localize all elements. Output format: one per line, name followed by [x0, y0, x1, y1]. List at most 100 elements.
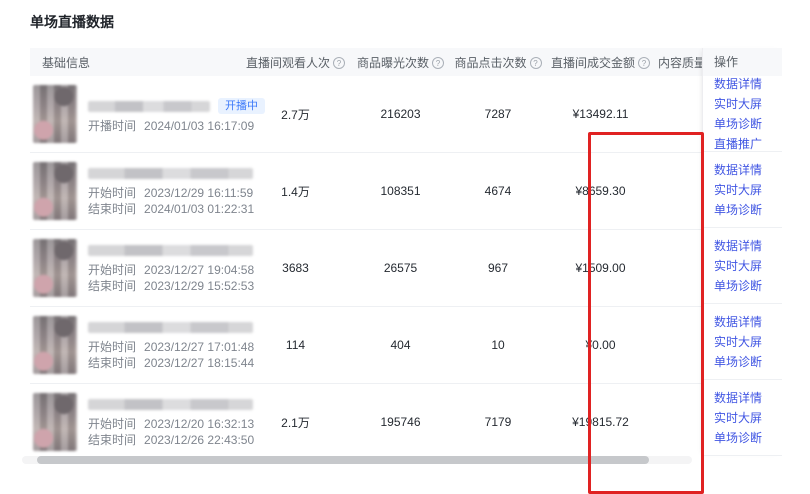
basic-info-cell: 开始时间2023/12/20 16:32:13结束时间2023/12/26 22…	[30, 384, 243, 456]
time-label: 开播时间	[88, 119, 136, 133]
time-value: 2023/12/27 19:04:58	[144, 263, 254, 277]
quality-cell	[658, 76, 702, 152]
basic-info-cell: 开播中开播时间2024/01/03 16:17:09	[30, 76, 243, 152]
row-actions: 数据详情实时大屏单场诊断	[703, 304, 782, 380]
clicks-count: 7287	[453, 76, 543, 152]
action-data-details[interactable]: 数据详情	[714, 74, 782, 94]
gmv-amount: ¥1509.00	[543, 230, 658, 306]
col-header-basic-info: 基础信息	[30, 54, 243, 71]
row-basic-info: 开始时间 2023/12/27 17:01:48 结束时间 2023/12/27 18…	[88, 307, 261, 383]
time-value: 2023/12/29 15:52:53	[144, 279, 254, 293]
action-data-details[interactable]: 数据详情	[714, 312, 782, 332]
time-value: 2024/01/03 01:22:31	[144, 202, 254, 216]
col-header-actions: 操作	[703, 48, 782, 76]
basic-info-cell: 开始时间2023/12/27 19:04:58结束时间2023/12/29 15…	[30, 230, 243, 306]
row-basic-info: 开始时间 2023/12/20 16:32:13 结束时间 2023/12/26 22…	[88, 384, 261, 456]
start-time: 开始时间 2023/12/27 19:04:58	[88, 262, 261, 278]
quality-cell	[658, 153, 702, 229]
action-live-promotion[interactable]: 直播推广	[714, 134, 782, 154]
table-row: 开始时间2023/12/29 16:11:59结束时间2024/01/03 01…	[30, 153, 702, 230]
action-realtime-screen[interactable]: 实时大屏	[714, 94, 782, 114]
col-header-viewers: 直播间观看人次?	[243, 54, 348, 71]
action-session-diagnosis[interactable]: 单场诊断	[714, 352, 782, 372]
live-thumbnail	[33, 316, 77, 374]
title-line: 开播中	[88, 98, 265, 114]
exposure-count: 216203	[348, 76, 453, 152]
table-row: 开始时间 2023/12/27 19:04:58 结束时间 2023/12/29 15…	[30, 230, 702, 307]
exposure-count: 195746	[348, 384, 453, 456]
exposure-count: 26575	[348, 230, 453, 306]
col-header-exposure: 商品曝光次数?	[348, 54, 453, 71]
col-header-quality: 内容质量	[658, 54, 702, 71]
time-value: 2023/12/26 22:43:50	[144, 433, 254, 447]
row-actions: 数据详情实时大屏单场诊断	[703, 228, 782, 304]
time-label: 结束时间	[88, 356, 136, 370]
action-data-details[interactable]: 数据详情	[714, 160, 782, 180]
live-thumbnail	[33, 85, 77, 143]
title-line	[88, 242, 261, 258]
end-time: 结束时间 2023/12/27 18:15:44	[88, 355, 261, 371]
time-label: 开始时间	[88, 417, 136, 431]
page-title: 单场直播数据	[30, 12, 114, 32]
time-label: 开始时间	[88, 263, 136, 277]
row-basic-info: 开始时间2023/12/29 16:11:59结束时间2024/01/03 01…	[88, 153, 261, 229]
gmv-amount: ¥19815.72	[543, 384, 658, 456]
clicks-count: 7179	[453, 384, 543, 456]
time-label: 结束时间	[88, 279, 136, 293]
action-realtime-screen[interactable]: 实时大屏	[714, 408, 782, 428]
exposure-count: 404	[348, 307, 453, 383]
time-value: 2023/12/27 17:01:48	[144, 340, 254, 354]
action-session-diagnosis[interactable]: 单场诊断	[714, 200, 782, 220]
ops-column: 操作 数据详情实时大屏单场诊断直播推广数据详情实时大屏单场诊断数据详情实时大屏单…	[702, 48, 782, 456]
blurred-title	[88, 101, 210, 112]
table-row: 开始时间 2023/12/27 17:01:48 结束时间 2023/12/27 18…	[30, 307, 702, 384]
time-label: 结束时间	[88, 433, 136, 447]
title-line	[88, 396, 261, 412]
info-icon[interactable]: ?	[530, 57, 542, 69]
table-header: 基础信息 直播间观看人次? 商品曝光次数? 商品点击次数? 直播间成交金额? 内…	[30, 48, 702, 76]
table-scroll-area: 基础信息 直播间观看人次? 商品曝光次数? 商品点击次数? 直播间成交金额? 内…	[30, 48, 702, 456]
blurred-title	[88, 245, 253, 256]
action-data-details[interactable]: 数据详情	[714, 236, 782, 256]
action-data-details[interactable]: 数据详情	[714, 388, 782, 408]
gmv-amount: ¥0.00	[543, 307, 658, 383]
table-row: 开播中开播时间2024/01/03 16:17:092.7万2162037287…	[30, 76, 702, 153]
time-label: 开始时间	[88, 340, 136, 354]
title-line	[88, 165, 261, 181]
info-icon[interactable]: ?	[432, 57, 444, 69]
end-time: 结束时间 2023/12/26 22:43:50	[88, 432, 261, 448]
basic-info-cell: 开始时间2023/12/29 16:11:59结束时间2024/01/03 01…	[30, 153, 243, 229]
action-session-diagnosis[interactable]: 单场诊断	[714, 428, 782, 448]
col-header-clicks: 商品点击次数?	[453, 54, 543, 71]
end-time: 结束时间 2023/12/29 15:52:53	[88, 278, 261, 294]
live-status-badge: 开播中	[218, 98, 265, 114]
quality-cell	[658, 307, 702, 383]
live-thumbnail	[33, 393, 77, 451]
row-actions: 数据详情实时大屏单场诊断直播推广	[703, 76, 782, 152]
blurred-title	[88, 399, 253, 410]
info-icon[interactable]: ?	[638, 57, 650, 69]
quality-cell	[658, 230, 702, 306]
horizontal-scrollbar-track	[22, 456, 692, 464]
time-value: 2024/01/03 16:17:09	[144, 119, 254, 133]
row-actions: 数据详情实时大屏单场诊断	[703, 152, 782, 228]
action-realtime-screen[interactable]: 实时大屏	[714, 256, 782, 276]
clicks-count: 967	[453, 230, 543, 306]
action-realtime-screen[interactable]: 实时大屏	[714, 332, 782, 352]
action-session-diagnosis[interactable]: 单场诊断	[714, 276, 782, 296]
start-time: 开播时间 2024/01/03 16:17:09	[88, 118, 265, 134]
horizontal-scrollbar[interactable]	[37, 456, 649, 464]
live-data-table: 基础信息 直播间观看人次? 商品曝光次数? 商品点击次数? 直播间成交金额? 内…	[30, 48, 782, 456]
action-session-diagnosis[interactable]: 单场诊断	[714, 114, 782, 134]
start-time: 开始时间2023/12/29 16:11:59	[88, 185, 261, 201]
row-basic-info: 开播中开播时间 2024/01/03 16:17:09	[88, 76, 265, 152]
time-value: 2023/12/27 18:15:44	[144, 356, 254, 370]
start-time: 开始时间 2023/12/27 17:01:48	[88, 339, 261, 355]
info-icon[interactable]: ?	[333, 57, 345, 69]
time-value: 2023/12/20 16:32:13	[144, 417, 254, 431]
table-row: 开始时间 2023/12/20 16:32:13 结束时间 2023/12/26 22…	[30, 384, 702, 456]
live-thumbnail	[33, 239, 77, 297]
start-time: 开始时间 2023/12/20 16:32:13	[88, 416, 261, 432]
action-realtime-screen[interactable]: 实时大屏	[714, 180, 782, 200]
time-value: 2023/12/29 16:11:59	[144, 186, 253, 200]
